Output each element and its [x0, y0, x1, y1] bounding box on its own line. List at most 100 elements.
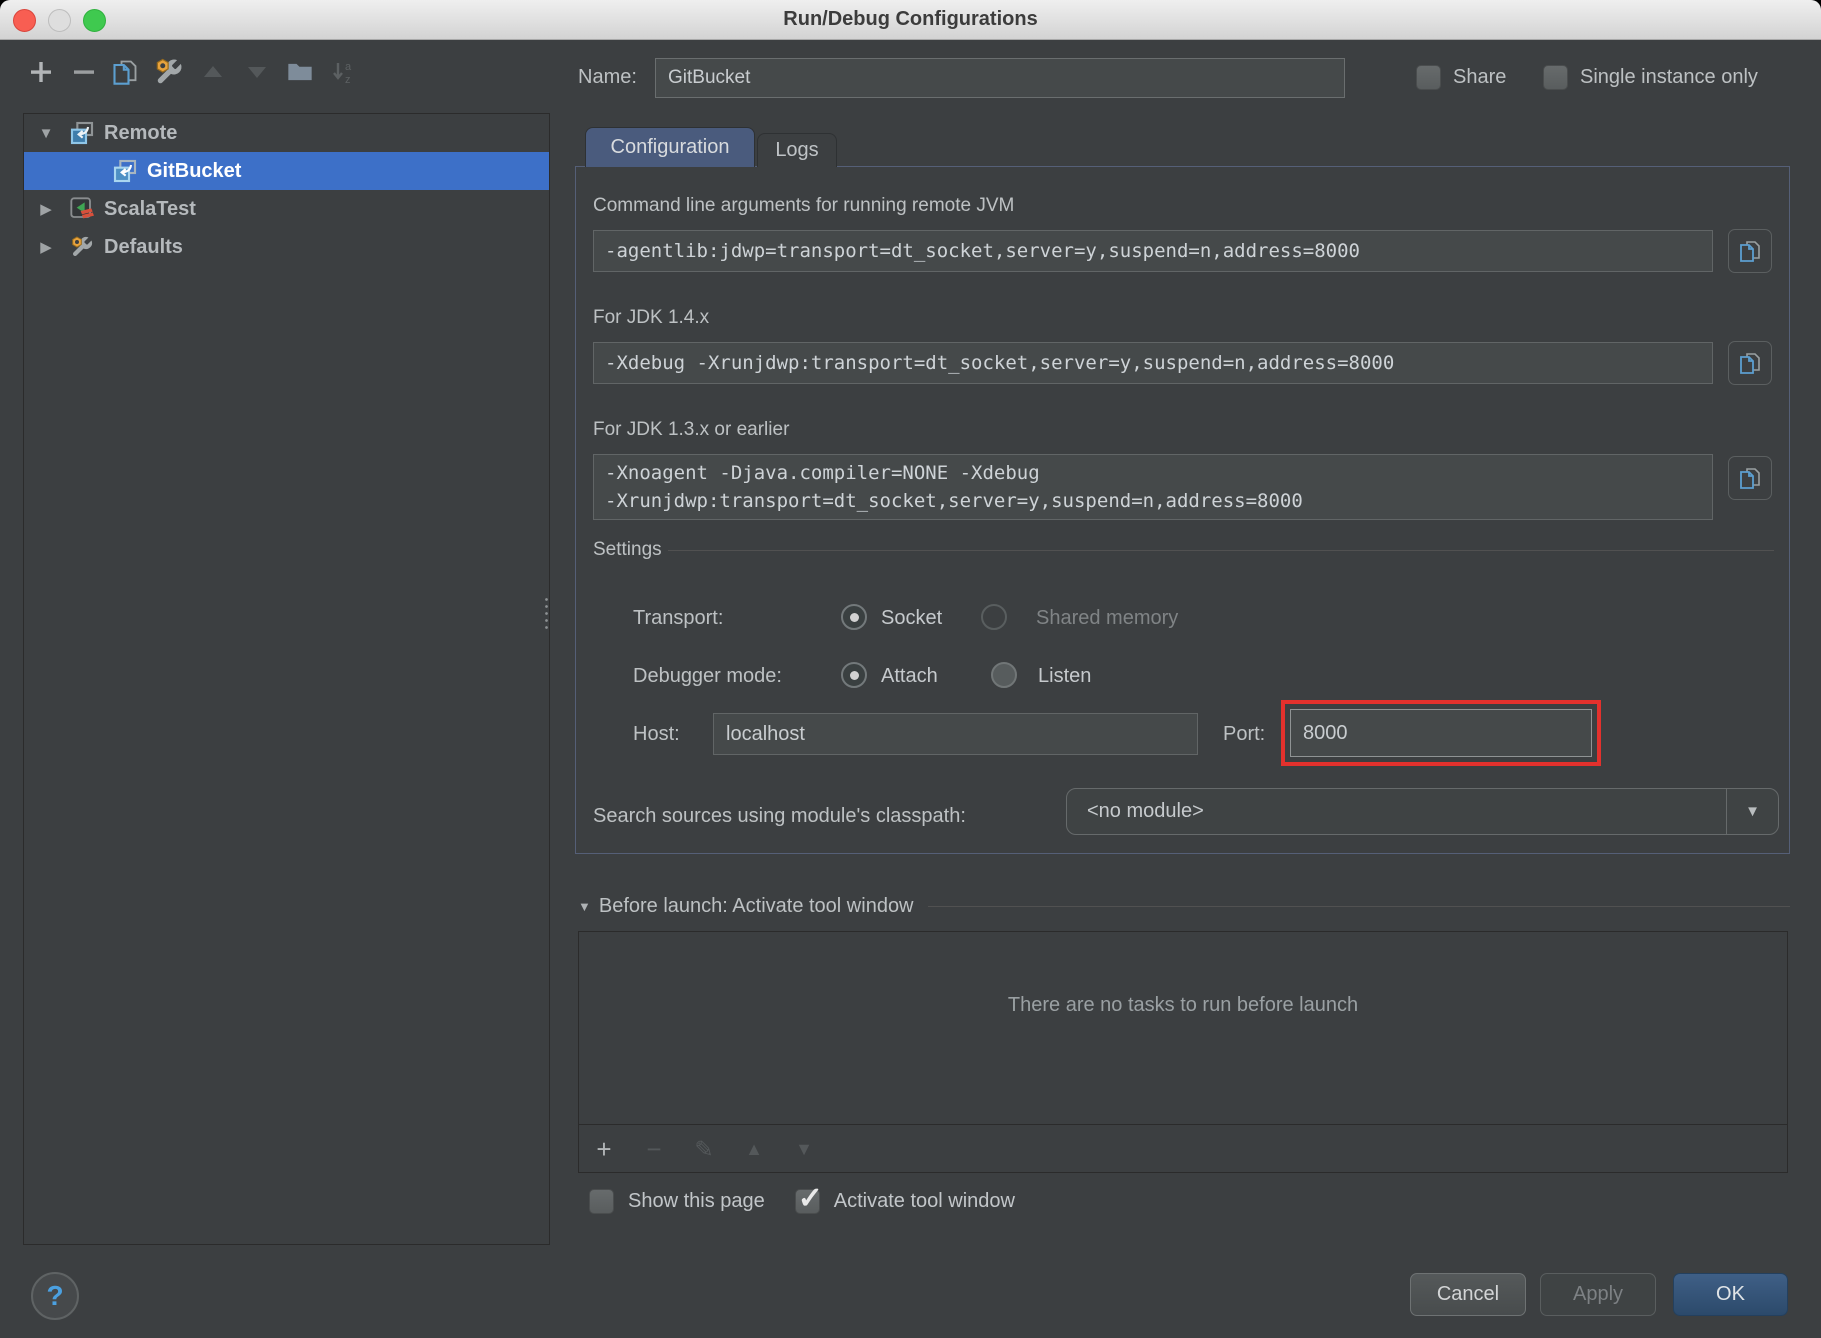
copy-icon [1738, 466, 1762, 490]
tree-item-gitbucket[interactable]: GitBucket [24, 152, 549, 190]
task-list-toolbar: + − ✎ ▲ ▼ [579, 1124, 1787, 1173]
add-configuration-button[interactable] [24, 55, 58, 89]
debugger-mode-label: Debugger mode: [633, 665, 782, 688]
move-up-button[interactable] [196, 55, 230, 89]
jdk14-label: For JDK 1.4.x [593, 307, 709, 329]
run-debug-configurations-dialog: Run/Debug Configurations [0, 0, 1821, 1338]
cmdline-label: Command line arguments for running remot… [593, 195, 1014, 217]
tab-label: Logs [775, 139, 818, 162]
cmdline-field[interactable] [593, 230, 1713, 272]
single-instance-checkbox[interactable] [1543, 65, 1568, 90]
name-label: Name: [578, 66, 637, 89]
move-task-down-button[interactable]: ▼ [779, 1139, 829, 1160]
plus-icon [28, 59, 54, 85]
tree-item-label: GitBucket [147, 160, 241, 183]
tab-logs[interactable]: Logs [757, 133, 837, 167]
show-this-page-checkbox[interactable] [589, 1189, 614, 1214]
remote-config-icon [70, 121, 94, 145]
tree-item-scalatest[interactable]: ▶ ScalaTest [24, 190, 549, 228]
zoom-window-button[interactable] [83, 9, 106, 32]
tree-item-defaults[interactable]: ▶ Defaults [24, 228, 549, 266]
configurations-tree: ▼ Remote GitBucket ▶ [23, 113, 550, 1245]
port-input[interactable] [1290, 709, 1592, 757]
copy-jdk13-button[interactable] [1728, 456, 1772, 500]
debugger-mode-listen-radio[interactable] [991, 662, 1017, 688]
host-label: Host: [633, 723, 680, 746]
minus-icon [71, 59, 97, 85]
transport-shared-memory-label: Shared memory [1036, 607, 1178, 630]
arrow-up-icon [202, 61, 224, 83]
arrow-down-icon [246, 61, 268, 83]
module-classpath-value: <no module> [1067, 800, 1726, 823]
remove-configuration-button[interactable] [67, 55, 101, 89]
module-classpath-select[interactable]: <no module> ▼ [1066, 788, 1779, 835]
settings-divider [668, 550, 1774, 551]
copy-jdk14-button[interactable] [1728, 341, 1772, 385]
copy-cmdline-button[interactable] [1728, 229, 1772, 273]
ok-button[interactable]: OK [1673, 1273, 1788, 1316]
before-launch-divider [928, 906, 1790, 907]
jdk14-field[interactable] [593, 342, 1713, 384]
apply-button[interactable]: Apply [1540, 1273, 1656, 1316]
share-checkbox[interactable] [1416, 65, 1441, 90]
transport-shared-memory-radio [981, 604, 1007, 630]
empty-task-list-message: There are no tasks to run before launch [579, 994, 1787, 1017]
before-launch-title: Before launch: Activate tool window [599, 895, 914, 918]
show-this-page-label: Show this page [628, 1190, 765, 1213]
copy-icon [1738, 351, 1762, 375]
panel-splitter-handle[interactable] [543, 596, 550, 632]
tab-label: Configuration [611, 136, 730, 159]
transport-socket-radio[interactable] [841, 604, 867, 630]
share-label: Share [1453, 66, 1506, 89]
move-task-up-button[interactable]: ▲ [729, 1139, 779, 1160]
close-window-button[interactable] [13, 9, 36, 32]
copy-configuration-button[interactable] [108, 55, 142, 89]
collapse-arrow-icon[interactable]: ▼ [578, 899, 591, 914]
port-label: Port: [1223, 723, 1265, 746]
activate-tool-window-label: Activate tool window [834, 1190, 1015, 1213]
collapse-arrow-icon[interactable]: ▼ [36, 125, 56, 142]
create-folder-button[interactable] [283, 55, 317, 89]
help-button[interactable]: ? [31, 1272, 79, 1320]
remove-task-button[interactable]: − [629, 1134, 679, 1165]
window-title: Run/Debug Configurations [783, 8, 1037, 31]
chevron-down-icon[interactable]: ▼ [1726, 789, 1778, 834]
single-instance-checkbox-row[interactable]: Single instance only [1543, 65, 1758, 90]
minimize-window-button[interactable] [48, 9, 71, 32]
folder-icon [286, 58, 314, 86]
debugger-mode-attach-radio[interactable] [841, 662, 867, 688]
port-highlight-annotation [1281, 700, 1601, 766]
transport-socket-label[interactable]: Socket [881, 607, 942, 630]
svg-text:a: a [345, 61, 352, 73]
checkmark-icon: ✓ [798, 1181, 823, 1216]
before-launch-task-list: There are no tasks to run before launch … [578, 931, 1788, 1173]
tree-item-label: ScalaTest [104, 198, 196, 221]
activate-tool-window-checkbox[interactable]: ✓ [795, 1189, 820, 1214]
jdk13-field-line2: -Xrunjdwp:transport=dt_socket,server=y,s… [605, 487, 1701, 515]
copy-icon [1738, 239, 1762, 263]
configuration-tab-panel: Command line arguments for running remot… [575, 166, 1790, 854]
expand-arrow-icon[interactable]: ▶ [36, 200, 56, 218]
tree-item-remote[interactable]: ▼ Remote [24, 114, 549, 152]
jdk13-field[interactable]: -Xnoagent -Djava.compiler=NONE -Xdebug -… [593, 454, 1713, 520]
expand-arrow-icon[interactable]: ▶ [36, 238, 56, 256]
wrench-icon [70, 235, 94, 259]
edit-defaults-button[interactable] [152, 55, 186, 89]
name-input[interactable] [655, 58, 1345, 98]
titlebar[interactable]: Run/Debug Configurations [0, 0, 1821, 40]
search-sources-label: Search sources using module's classpath: [593, 805, 966, 828]
add-task-button[interactable]: + [579, 1134, 629, 1165]
scalatest-icon [70, 197, 94, 221]
sort-az-icon: a z [329, 57, 359, 87]
debugger-mode-attach-label[interactable]: Attach [881, 665, 938, 688]
sort-configurations-button[interactable]: a z [327, 55, 361, 89]
share-checkbox-row[interactable]: Share [1416, 65, 1506, 90]
move-down-button[interactable] [240, 55, 274, 89]
tab-configuration[interactable]: Configuration [585, 127, 755, 167]
before-launch-header[interactable]: ▼ Before launch: Activate tool window [578, 893, 1790, 919]
debugger-mode-listen-label[interactable]: Listen [1038, 665, 1091, 688]
host-input[interactable] [713, 713, 1198, 755]
question-mark-icon: ? [46, 1280, 63, 1312]
edit-task-button[interactable]: ✎ [679, 1136, 729, 1163]
cancel-button[interactable]: Cancel [1410, 1273, 1526, 1316]
